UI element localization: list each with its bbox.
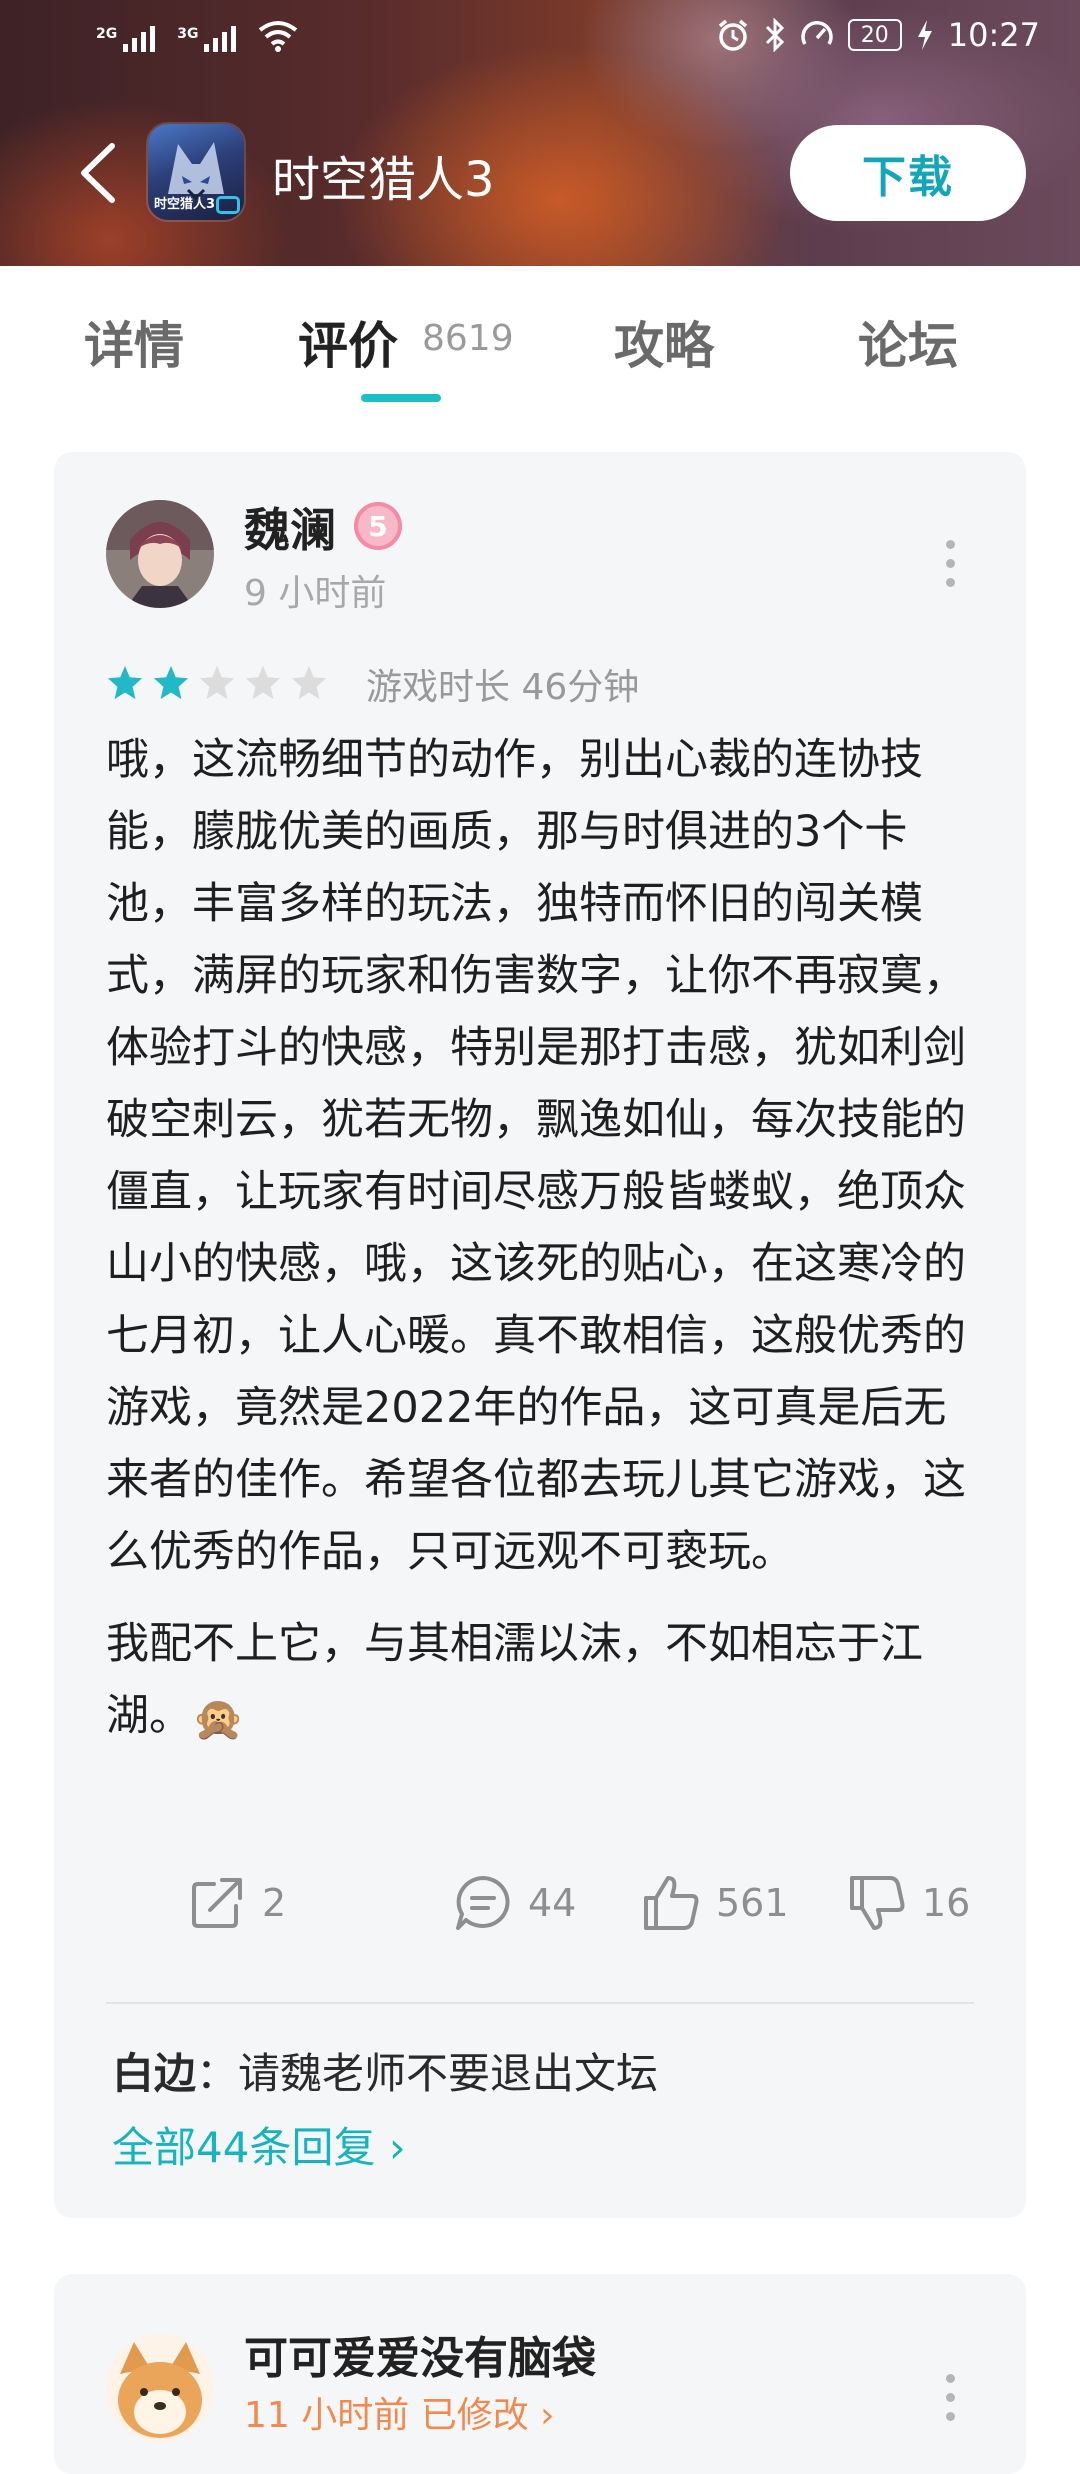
action-bar: 2 44 561 16 (54, 1872, 1026, 1952)
thumbs-up-icon (644, 1876, 699, 1930)
app-icon: 时空猎人3 (148, 124, 244, 220)
alarm-icon (718, 19, 747, 51)
review-card[interactable]: 魏澜 5 9 小时前 游戏时长 46分钟 哦，这流畅细节的动作，别出心裁的连协技… (54, 452, 1026, 2218)
divider (106, 2002, 974, 2004)
level-badge: 5 (354, 502, 402, 550)
signal-1-label: 2G (96, 26, 118, 42)
review-paragraph-2-wrap: 我配不上它，与其相濡以沫，不如相忘于江湖。🙊 (106, 1608, 986, 1755)
review-card[interactable]: 可可爱爱没有脑袋 11 小时前 已修改 › (54, 2274, 1026, 2474)
comment-button[interactable]: 44 (452, 1872, 576, 1934)
star-filled-icon (153, 665, 189, 700)
playtime-label: 游戏时长 46分钟 (366, 667, 640, 708)
app-title: 时空猎人3 (272, 152, 495, 208)
battery-icon: 20 (847, 19, 902, 51)
chevron-right-icon: › (388, 2123, 406, 2172)
tab-forum[interactable]: 论坛 (858, 306, 958, 378)
tab-reviews-count: 8619 (422, 318, 514, 359)
review-paragraph-1: 哦，这流畅细节的动作，别出心裁的连协技能，朦胧优美的画质，那与时俱进的3个卡池，… (106, 735, 966, 1577)
share-icon (192, 1878, 242, 1928)
all-replies-link[interactable]: 全部44条回复 › (112, 2114, 406, 2175)
speedometer-icon (801, 21, 833, 45)
dislike-count: 16 (922, 1881, 971, 1925)
reply-separator: ： (196, 2049, 239, 2098)
battery-level: 20 (860, 22, 889, 48)
see-no-evil-monkey-icon: 🙊 (192, 1693, 245, 1743)
status-bar: 2G 3G 20 10:27 (0, 0, 1080, 76)
all-replies-label: 全部44条回复 (112, 2123, 376, 2172)
star-empty-icon (245, 665, 281, 700)
review-body[interactable]: 哦，这流畅细节的动作，别出心裁的连协技能，朦胧优美的画质，那与时俱进的3个卡池，… (106, 724, 986, 1775)
reply-author: 白边 (112, 2049, 197, 2098)
signal-2-icon: 3G (177, 26, 237, 52)
signal-group: 2G 3G (96, 20, 298, 52)
tab-active-indicator (361, 394, 441, 402)
reviewer-name[interactable]: 可可爱爱没有脑袋 (244, 2322, 596, 2386)
share-button[interactable]: 2 (186, 1872, 286, 1934)
star-filled-icon (107, 665, 143, 700)
avatar[interactable] (106, 500, 214, 608)
more-options-icon[interactable] (944, 2374, 956, 2421)
post-time: 9 小时前 (244, 573, 387, 614)
dislike-button[interactable]: 16 (846, 1872, 970, 1934)
comment-count: 44 (528, 1881, 577, 1925)
bluetooth-icon (765, 18, 784, 52)
like-button[interactable]: 561 (640, 1872, 789, 1934)
tv-badge-icon (216, 196, 240, 214)
tab-details[interactable]: 详情 (84, 306, 184, 378)
reviewer-name[interactable]: 魏澜 (244, 494, 336, 560)
app-header: 2G 3G 20 10:27 时空猎人3 时空猎人3 下载 (0, 0, 1080, 266)
wifi-icon (259, 21, 298, 52)
avatar-image (106, 500, 214, 608)
star-empty-icon (291, 665, 327, 700)
like-count: 561 (716, 1881, 789, 1925)
star-empty-icon (199, 665, 235, 700)
download-button[interactable]: 下载 (790, 125, 1026, 221)
thumbs-down-icon (850, 1876, 905, 1930)
post-time: 11 小时前 已修改 › (244, 2395, 555, 2436)
shiba-avatar-image (106, 2334, 214, 2442)
share-count: 2 (262, 1881, 287, 1925)
tab-bar: 详情 评价 8619 攻略 论坛 (0, 266, 1080, 416)
star-rating (106, 664, 328, 702)
reply-text: 请魏老师不要退出文坛 (238, 2049, 659, 2098)
signal-1-icon: 2G (96, 26, 156, 52)
back-arrow-icon[interactable] (70, 138, 130, 208)
app-icon-text: 时空猎人3 (154, 197, 216, 212)
tab-reviews[interactable]: 评价 (298, 306, 398, 378)
clock: 10:27 (947, 16, 1040, 54)
reply-preview[interactable]: 白边：请魏老师不要退出文坛 (112, 2040, 658, 2101)
signal-2-label: 3G (177, 26, 199, 42)
comment-icon (456, 1876, 510, 1930)
status-right-group: 20 10:27 (716, 16, 1040, 54)
charging-icon (917, 20, 932, 50)
avatar[interactable] (106, 2334, 214, 2442)
tab-guides[interactable]: 攻略 (614, 306, 714, 378)
more-options-icon[interactable] (944, 540, 956, 587)
